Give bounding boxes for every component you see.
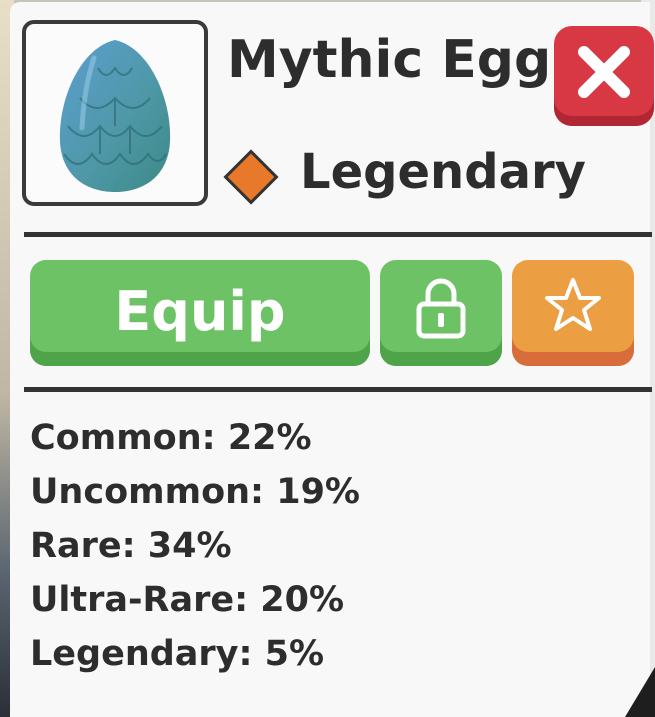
equip-button-label: Equip (114, 280, 286, 343)
item-thumbnail (22, 20, 208, 206)
hatch-odds-list: Common: 22% Uncommon: 19% Rare: 34% Ultr… (30, 418, 360, 688)
rarity-diamond-icon (223, 149, 279, 205)
odds-uncommon: Uncommon: 19% (30, 472, 360, 512)
odds-common: Common: 22% (30, 418, 312, 458)
close-icon (578, 46, 630, 98)
lock-icon (416, 278, 466, 339)
equip-button[interactable]: Equip (30, 260, 370, 366)
close-button[interactable] (554, 26, 654, 126)
divider-bottom (24, 387, 652, 392)
lock-button[interactable] (380, 260, 502, 366)
odds-legendary: Legendary: 5% (30, 634, 325, 674)
rarity-label: Legendary (300, 144, 586, 200)
odds-rare: Rare: 34% (30, 526, 232, 566)
favorite-button[interactable] (512, 260, 634, 366)
divider-top (24, 232, 652, 237)
dragon-egg-icon (59, 40, 171, 192)
star-icon (545, 278, 601, 331)
odds-ultra-rare: Ultra-Rare: 20% (30, 580, 345, 620)
item-title: Mythic Egg (227, 30, 552, 90)
